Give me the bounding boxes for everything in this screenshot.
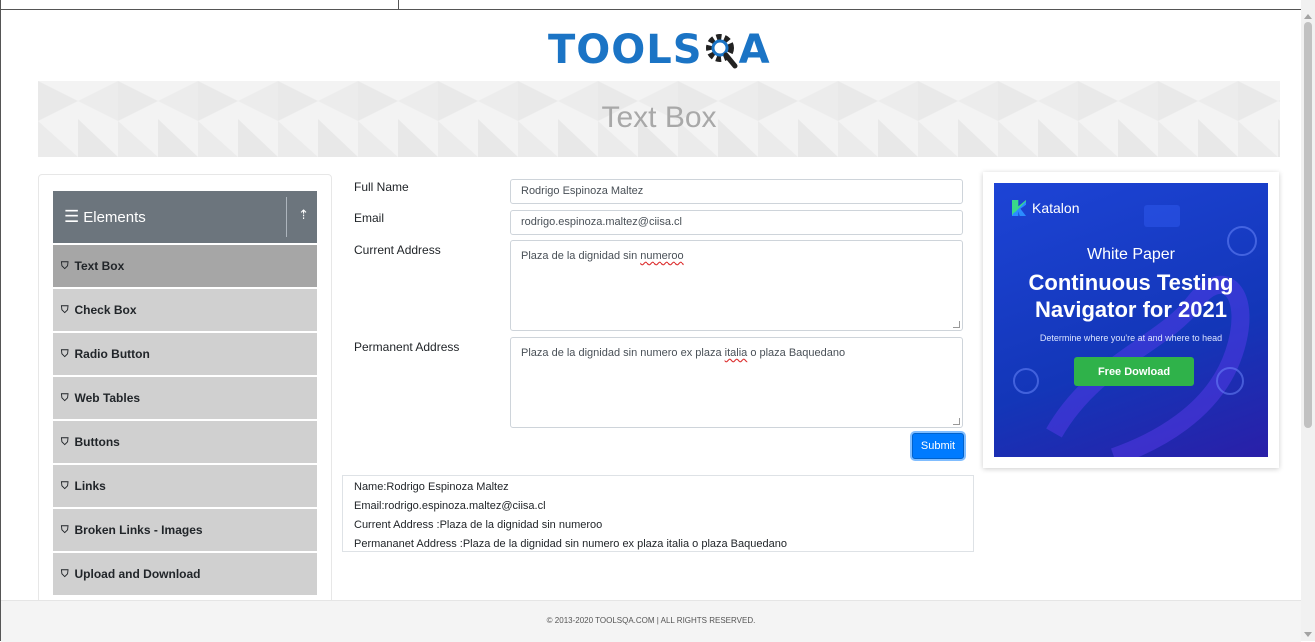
output-permanent-address: Permananet Address :Plaza de la dignidad… (354, 538, 787, 550)
full-name-input[interactable]: Rodrigo Espinoza Maltez (510, 179, 963, 204)
page-title: Text Box (601, 101, 717, 134)
menu-icon: ☰ (64, 207, 80, 226)
current-address-text-misspelled: numeroo (640, 250, 684, 262)
scroll-up-icon[interactable] (1304, 14, 1312, 19)
html5-icon: ⛉ (61, 524, 69, 536)
permanent-address-text-tail: o plaza Baquedano (747, 347, 846, 359)
html5-icon: ⛉ (61, 392, 69, 404)
sidebar-item-label: Upload and Download (74, 567, 201, 581)
group-label: Elements (83, 208, 146, 226)
sidebar-item-buttons[interactable]: ⛉ Buttons (53, 421, 317, 463)
output-email: Email:rodrigo.espinoza.maltez@ciisa.cl (354, 500, 546, 512)
katalon-brand: Katalon (1012, 200, 1079, 216)
html5-icon: ⛉ (61, 480, 69, 492)
katalon-ad[interactable]: Katalon White Paper Continuous Testing N… (994, 183, 1268, 457)
elements-group-header[interactable]: ☰ Elements ⇡ (53, 191, 317, 243)
html5-icon: ⛉ (61, 348, 69, 360)
page-scrollbar[interactable] (1301, 0, 1315, 641)
current-address-textarea[interactable]: Plaza de la dignidad sin numeroo (510, 240, 963, 331)
ad-subtext: Determine where you're at and where to h… (1039, 333, 1223, 343)
output-box: Name:Rodrigo Espinoza Maltez Email:rodri… (342, 475, 974, 552)
full-name-label: Full Name (354, 180, 409, 194)
email-label: Email (354, 211, 385, 225)
current-address-text: Plaza de la dignidad sin (521, 250, 641, 262)
submit-button[interactable]: Submit (912, 433, 964, 459)
html5-icon: ⛉ (61, 568, 69, 580)
permanent-address-label: Permanent Address (354, 340, 460, 354)
collapse-icon[interactable]: ⇡ (298, 207, 309, 223)
sidebar-item-label: Web Tables (74, 391, 141, 405)
html5-icon: ⛉ (61, 436, 69, 448)
free-download-button[interactable]: Free Dowload (1074, 357, 1194, 386)
footer: © 2013-2020 TOOLSQA.COM | ALL RIGHTS RES… (1, 600, 1301, 642)
permanent-address-text-misspelled: italia (724, 347, 748, 359)
page-banner: Text Box (38, 81, 1280, 157)
sidebar-item-text-box[interactable]: ⛉ Text Box (53, 245, 317, 287)
sidebar-item-label: Buttons (74, 435, 120, 449)
sidebar-item-label: Links (74, 479, 106, 493)
scrollbar-thumb[interactable] (1304, 22, 1312, 428)
permanent-address-textarea[interactable]: Plaza de la dignidad sin numero ex plaza… (510, 337, 963, 428)
sidebar-item-label: Check Box (74, 303, 137, 317)
ad-brand-text: Katalon (1032, 200, 1080, 216)
html5-icon: ⛉ (61, 260, 69, 272)
permanent-address-text: Plaza de la dignidad sin numero ex plaza (521, 347, 725, 359)
katalon-logo-icon (1012, 200, 1026, 216)
sidebar-item-label: Broken Links - Images (74, 523, 203, 537)
ad-container[interactable]: Katalon White Paper Continuous Testing N… (983, 172, 1279, 468)
header-divider (286, 197, 287, 237)
sidebar-item-check-box[interactable]: ⛉ Check Box (53, 289, 317, 331)
sidebar-item-label: Text Box (74, 259, 125, 273)
toolsqa-logo[interactable]: TOOLS A (548, 24, 773, 76)
scroll-down-icon[interactable] (1304, 632, 1312, 637)
ad-headline-line-1: Continuous Testing (1028, 270, 1234, 295)
ad-kicker: White Paper (1086, 246, 1176, 263)
sidebar-item-links[interactable]: ⛉ Links (53, 465, 317, 507)
email-input[interactable]: rodrigo.espinoza.maltez@ciisa.cl (510, 210, 963, 235)
sidebar-menu: ⛉ Text Box ⛉ Check Box ⛉ Radio Button ⛉ Web … (53, 245, 317, 597)
html5-icon: ⛉ (61, 304, 69, 316)
gear-search-icon (705, 34, 738, 69)
output-name: Name:Rodrigo Espinoza Maltez (354, 481, 509, 493)
sidebar-item-web-tables[interactable]: ⛉ Web Tables (53, 377, 317, 419)
ad-headline: Continuous Testing Navigator for 2021 (994, 269, 1268, 323)
resize-handle[interactable] (953, 321, 960, 328)
sidebar-item-upload-download[interactable]: ⛉ Upload and Download (53, 553, 317, 595)
output-current-address: Current Address :Plaza de la dignidad si… (354, 519, 603, 531)
logo-text: TOOLS (548, 27, 703, 73)
sidebar-item-radio-button[interactable]: ⛉ Radio Button (53, 333, 317, 375)
sidebar: ☰ Elements ⇡ ⛉ Text Box ⛉ Check Box ⛉ Radio… (38, 174, 332, 606)
logo-text-tail: A (738, 27, 771, 73)
resize-handle[interactable] (953, 418, 960, 425)
sidebar-item-label: Radio Button (74, 347, 150, 361)
window-frame (0, 0, 1315, 641)
current-address-label: Current Address (354, 243, 441, 257)
ad-headline-line-2: Navigator for 2021 (1035, 297, 1227, 322)
sidebar-item-broken-links[interactable]: ⛉ Broken Links - Images (53, 509, 317, 551)
